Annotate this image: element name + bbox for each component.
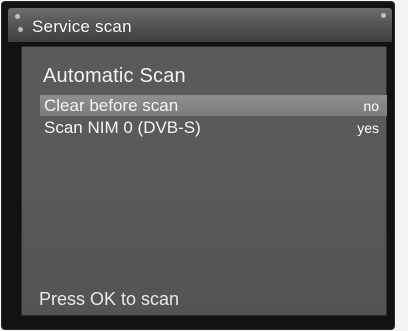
option-clear-before-scan[interactable]: Clear before scan no (40, 95, 387, 116)
title-bar: Service scan (8, 8, 392, 42)
window-title: Service scan (32, 17, 132, 36)
option-value[interactable]: yes (357, 120, 379, 136)
option-value[interactable]: no (363, 98, 379, 114)
corner-dot-icon (18, 27, 23, 32)
service-scan-window: Service scan Automatic Scan Clear before… (2, 2, 394, 329)
option-label: Clear before scan (44, 96, 179, 115)
option-scan-nim-0[interactable]: Scan NIM 0 (DVB-S) yes (40, 117, 387, 138)
option-label: Scan NIM 0 (DVB-S) (44, 118, 201, 137)
corner-dot-icon (15, 14, 20, 19)
corner-dot-icon (381, 13, 386, 18)
scan-panel: Automatic Scan Clear before scan no Scan… (21, 46, 387, 316)
page-heading: Automatic Scan (43, 65, 186, 87)
scan-hint-text: Press OK to scan (39, 289, 180, 309)
